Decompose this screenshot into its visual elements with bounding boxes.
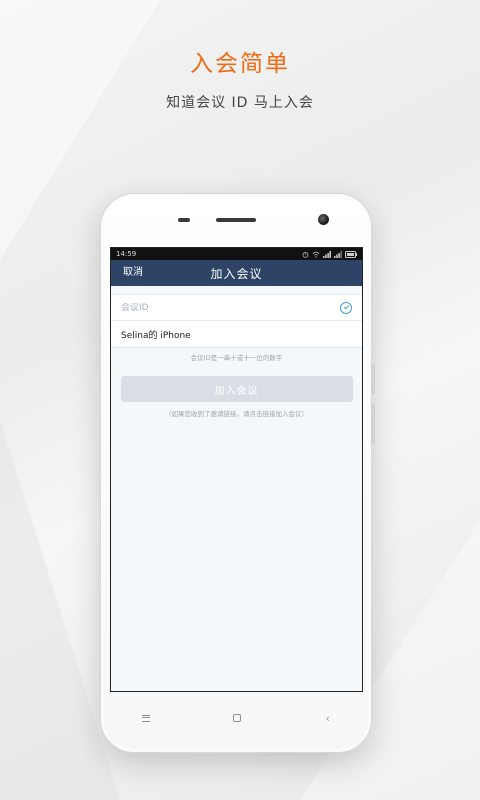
- status-icons: [302, 250, 357, 258]
- meeting-id-hint: 会议ID是一串十或十一位的数字: [190, 354, 283, 362]
- back-icon: ‹: [325, 711, 330, 725]
- status-time: 14:59: [116, 250, 137, 258]
- home-icon: [232, 714, 241, 722]
- home-key[interactable]: [227, 714, 247, 722]
- meeting-id-input[interactable]: [121, 302, 301, 313]
- headline: 入会简单: [190, 51, 290, 77]
- meeting-id-row: [111, 295, 362, 321]
- wifi-icon: [312, 251, 320, 258]
- cancel-button[interactable]: 取消: [123, 260, 143, 286]
- navigation-bar: 取消 加入会议: [111, 260, 362, 286]
- navigation-keys: ‹: [101, 708, 373, 728]
- volume-button: [371, 364, 375, 394]
- display-name-row[interactable]: Selina的 iPhone: [111, 321, 362, 347]
- menu-icon: [142, 714, 151, 722]
- phone-mockup: 14:59 取消 加入会议 Selina的 iPhone 会议ID是一串十或十一…: [100, 193, 375, 753]
- screen-title: 加入会议: [210, 266, 263, 281]
- subline: 知道会议 ID 马上入会: [166, 95, 314, 111]
- earpiece-speaker: [216, 218, 256, 222]
- sensor: [178, 218, 190, 222]
- back-key[interactable]: ‹: [318, 712, 338, 725]
- join-meeting-button[interactable]: 加入会议: [120, 376, 353, 402]
- signal-icon: [334, 250, 342, 258]
- status-bar: 14:59: [111, 248, 362, 260]
- battery-icon: [345, 250, 357, 258]
- signal-icon: [323, 250, 331, 258]
- join-form: Selina的 iPhone: [111, 294, 362, 348]
- display-name-field[interactable]: Selina的 iPhone: [121, 328, 191, 341]
- power-button: [371, 404, 375, 444]
- alarm-icon: [302, 251, 309, 258]
- invite-link-tip: （如果您收到了邀请链接，请点击链接加入会议）: [165, 410, 308, 418]
- phone-screen: 14:59 取消 加入会议 Selina的 iPhone 会议ID是一串十或十一…: [110, 247, 363, 692]
- check-circle-icon[interactable]: [340, 301, 352, 314]
- menu-key[interactable]: [136, 714, 156, 722]
- front-camera: [318, 214, 329, 225]
